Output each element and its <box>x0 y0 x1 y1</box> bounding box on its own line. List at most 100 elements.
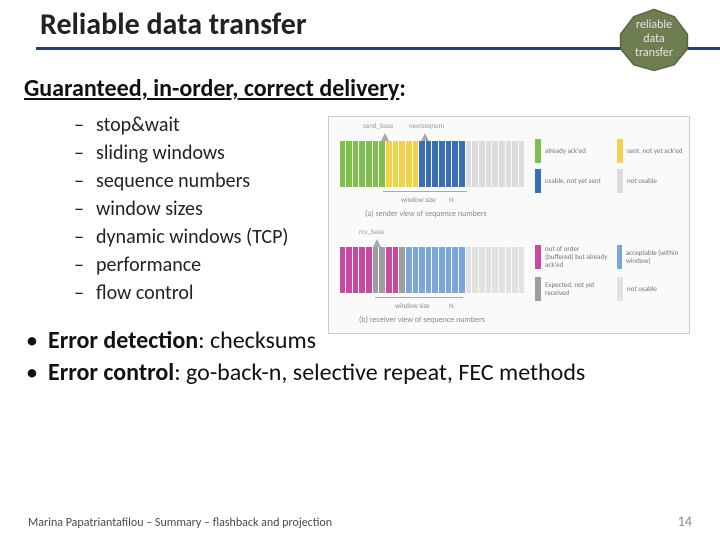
sequence-numbers-figure: send_base nextseqnum already ack'ed sent,… <box>328 116 690 334</box>
bullet-text: Error detection: checksums <box>48 325 316 357</box>
seq-bar <box>432 247 438 293</box>
bullet-icon: • <box>26 357 38 389</box>
n-label-bot: N <box>449 301 454 310</box>
label-nextseqnum: nextseqnum <box>409 121 444 130</box>
seq-bar <box>519 141 525 187</box>
bullet-text: Error control: go-back-n, selective repe… <box>48 357 585 389</box>
seq-bar <box>340 141 346 187</box>
decagon-badge: reliable data transfer <box>616 8 692 72</box>
seq-bar <box>472 141 478 187</box>
seq-bar <box>359 141 365 187</box>
seq-bar <box>452 247 458 293</box>
seq-bar <box>419 141 425 187</box>
subheading: Guaranteed, in-order, correct delivery: <box>0 50 720 103</box>
title-block: Reliable data transfer <box>0 0 720 50</box>
n-label-top: N <box>449 195 454 204</box>
seq-bar <box>373 247 379 293</box>
seq-bar <box>452 141 458 187</box>
legend-swatch <box>535 169 541 193</box>
seq-bar <box>379 247 385 293</box>
seq-bar <box>446 247 452 293</box>
list-item-label: stop&wait <box>96 111 180 139</box>
seq-bar <box>419 247 425 293</box>
seq-bar <box>346 141 352 187</box>
legend-label: acceptable (within window) <box>626 249 689 265</box>
receiver-bar-run <box>339 247 525 293</box>
legend-label: out of order (buffered) but already ack'… <box>545 245 609 269</box>
seq-bar <box>459 247 465 293</box>
seq-bar <box>486 141 492 187</box>
bullet-item: • Error control: go-back-n, selective rep… <box>26 357 720 389</box>
seq-bar <box>439 247 445 293</box>
legend-label: sent, not yet ack'ed <box>627 147 682 155</box>
seq-bar <box>439 141 445 187</box>
arrow-rcvbase-icon <box>373 239 381 247</box>
seq-bar <box>506 141 512 187</box>
seq-bar <box>459 141 465 187</box>
seq-bar <box>373 141 379 187</box>
badge-text: reliable data transfer <box>616 18 692 60</box>
seq-bar <box>446 141 452 187</box>
seq-bar <box>353 247 359 293</box>
caption-receiver: (b) receiver view of sequence numbers <box>359 315 485 325</box>
seq-bar <box>519 247 525 293</box>
seq-bar <box>386 141 392 187</box>
seq-bar <box>353 141 359 187</box>
seq-bar <box>512 247 518 293</box>
legend-entry: out of order (buffered) but already ack'… <box>535 245 609 269</box>
slide: reliable data transfer Reliable data tra… <box>0 0 720 540</box>
list-item-label: flow control <box>96 279 194 307</box>
label-sendbase: send_base <box>363 121 393 130</box>
legend-label: already ack'ed <box>545 147 586 155</box>
seq-bar <box>479 141 485 187</box>
seq-bar <box>393 141 399 187</box>
legend-swatch <box>617 169 623 193</box>
legend-entry: not usable <box>617 169 657 193</box>
seq-bar <box>499 141 505 187</box>
window-size-label-bot: window size <box>395 301 430 310</box>
legend-label: usable, not yet sent <box>545 177 601 185</box>
label-rcvbase: rcv_base <box>359 227 384 236</box>
legend-swatch <box>617 139 623 163</box>
sender-bar-run <box>339 141 525 187</box>
dash-icon: – <box>72 251 86 279</box>
seq-bar <box>386 247 392 293</box>
legend-swatch <box>535 245 541 269</box>
dash-icon: – <box>72 279 86 307</box>
legend-label: Expected, not yet received <box>545 281 609 297</box>
seq-bar <box>346 247 352 293</box>
dash-icon: – <box>72 167 86 195</box>
seq-bar <box>359 247 365 293</box>
list-item-label: dynamic windows (TCP) <box>96 223 289 251</box>
dash-icon: – <box>72 111 86 139</box>
seq-bar <box>379 141 385 187</box>
legend-label: not usable <box>627 177 657 185</box>
seq-bar <box>512 141 518 187</box>
legend-entry: acceptable (within window) <box>617 245 689 269</box>
legend-entry: usable, not yet sent <box>535 169 601 193</box>
legend-swatch <box>617 245 622 269</box>
arrow-nextseqnum-icon <box>421 133 429 141</box>
seq-bar <box>366 141 372 187</box>
seq-bar <box>366 247 372 293</box>
seq-bar <box>486 247 492 293</box>
seq-bar <box>399 247 405 293</box>
seq-bar <box>472 247 478 293</box>
legend-entry: sent, not yet ack'ed <box>617 139 682 163</box>
legend-swatch <box>535 277 541 301</box>
seq-bar <box>466 141 472 187</box>
seq-bar <box>506 247 512 293</box>
legend-swatch <box>617 277 623 301</box>
legend-entry: already ack'ed <box>535 139 586 163</box>
seq-bar <box>426 141 432 187</box>
page-number: 14 <box>678 513 692 530</box>
seq-bar <box>406 141 412 187</box>
seq-bar <box>426 247 432 293</box>
dash-icon: – <box>72 223 86 251</box>
list-item-label: performance <box>96 251 201 279</box>
list-item-label: sequence numbers <box>96 167 250 195</box>
seq-bar <box>393 247 399 293</box>
legend-entry: Expected, not yet received <box>535 277 609 301</box>
seq-bar <box>479 247 485 293</box>
seq-bar <box>413 141 419 187</box>
